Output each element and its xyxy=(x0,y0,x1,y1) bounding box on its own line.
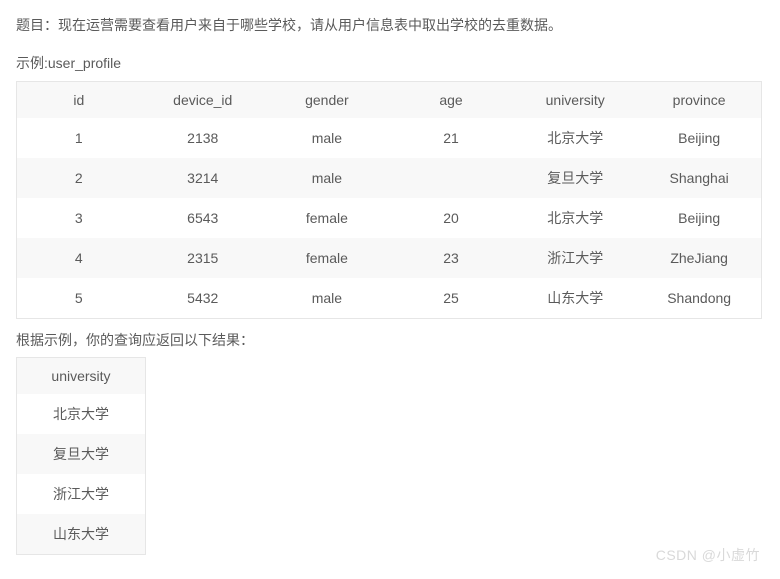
cell: Shanghai xyxy=(637,158,761,198)
table-row: 2 3214 male 复旦大学 Shanghai xyxy=(17,158,762,198)
table-header-row: id device_id gender age university provi… xyxy=(17,81,762,118)
cell: 21 xyxy=(389,118,513,158)
cell: 北京大学 xyxy=(17,394,146,434)
cell: 浙江大学 xyxy=(17,474,146,514)
cell: female xyxy=(265,198,389,238)
user-profile-table: id device_id gender age university provi… xyxy=(16,81,762,319)
cell: 3214 xyxy=(141,158,265,198)
table-row: 3 6543 female 20 北京大学 Beijing xyxy=(17,198,762,238)
cell: 复旦大学 xyxy=(17,434,146,474)
cell: 北京大学 xyxy=(513,198,637,238)
table-header-row: university xyxy=(17,358,146,395)
cell: male xyxy=(265,278,389,319)
col-device-id: device_id xyxy=(141,81,265,118)
cell: 5432 xyxy=(141,278,265,319)
table-row: 北京大学 xyxy=(17,394,146,434)
cell: 2315 xyxy=(141,238,265,278)
watermark: CSDN @小虚竹 xyxy=(656,545,760,565)
col-province: province xyxy=(637,81,761,118)
cell: male xyxy=(265,158,389,198)
cell xyxy=(389,158,513,198)
col-university: university xyxy=(17,358,146,395)
cell: Shandong xyxy=(637,278,761,319)
col-age: age xyxy=(389,81,513,118)
question-text: 题目：现在运营需要查看用户来自于哪些学校，请从用户信息表中取出学校的去重数据。 xyxy=(16,14,764,36)
cell: 2 xyxy=(17,158,141,198)
cell: 山东大学 xyxy=(17,514,146,555)
result-label: 根据示例，你的查询应返回以下结果： xyxy=(16,329,764,351)
cell: Beijing xyxy=(637,198,761,238)
result-table: university 北京大学 复旦大学 浙江大学 山东大学 xyxy=(16,357,146,555)
example-label: 示例:user_profile xyxy=(16,52,764,74)
cell: 4 xyxy=(17,238,141,278)
cell: 山东大学 xyxy=(513,278,637,319)
table-row: 浙江大学 xyxy=(17,474,146,514)
col-university: university xyxy=(513,81,637,118)
col-id: id xyxy=(17,81,141,118)
cell: 25 xyxy=(389,278,513,319)
table-row: 5 5432 male 25 山东大学 Shandong xyxy=(17,278,762,319)
cell: 5 xyxy=(17,278,141,319)
cell: 2138 xyxy=(141,118,265,158)
cell: 20 xyxy=(389,198,513,238)
cell: female xyxy=(265,238,389,278)
cell: 23 xyxy=(389,238,513,278)
cell: male xyxy=(265,118,389,158)
cell: 复旦大学 xyxy=(513,158,637,198)
table-row: 1 2138 male 21 北京大学 Beijing xyxy=(17,118,762,158)
col-gender: gender xyxy=(265,81,389,118)
cell: 6543 xyxy=(141,198,265,238)
cell: 1 xyxy=(17,118,141,158)
cell: 北京大学 xyxy=(513,118,637,158)
cell: Beijing xyxy=(637,118,761,158)
table-row: 4 2315 female 23 浙江大学 ZheJiang xyxy=(17,238,762,278)
table-row: 复旦大学 xyxy=(17,434,146,474)
table-row: 山东大学 xyxy=(17,514,146,555)
cell: 3 xyxy=(17,198,141,238)
cell: ZheJiang xyxy=(637,238,761,278)
cell: 浙江大学 xyxy=(513,238,637,278)
